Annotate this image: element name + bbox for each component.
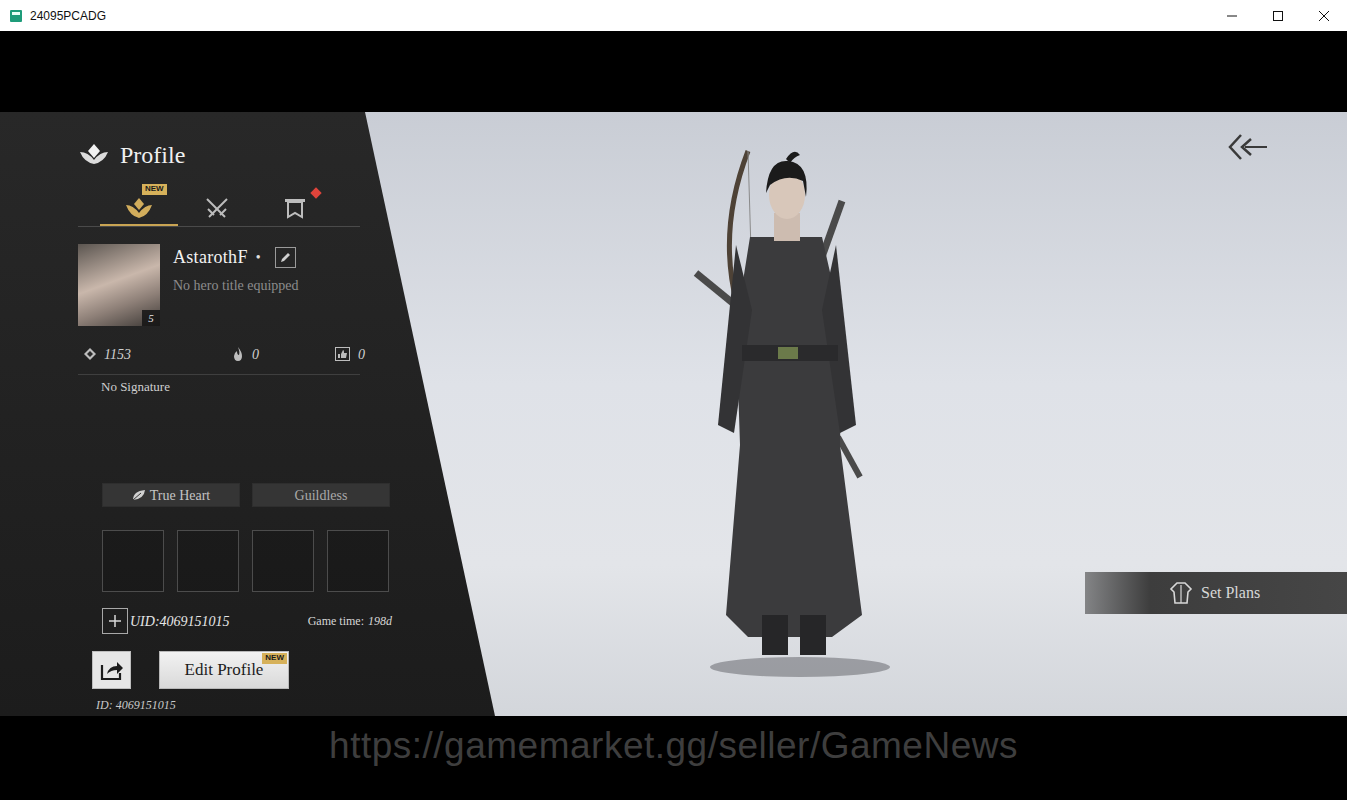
profile-actions: Edit Profile NEW	[92, 651, 398, 689]
minimize-button[interactable]	[1209, 0, 1255, 31]
game-scene: Profile NEW 5 AstarothF • No hero title …	[0, 112, 1347, 716]
badge-slot[interactable]	[252, 530, 314, 592]
lotus-icon	[78, 142, 110, 168]
sect-tag[interactable]: True Heart	[102, 483, 240, 507]
stat-value: 1153	[104, 344, 131, 365]
player-card: 5 AstarothF • No hero title equipped	[78, 244, 398, 326]
stat-value: 0	[358, 344, 365, 365]
game-time-value: 198d	[368, 612, 392, 630]
signature: No Signature	[101, 375, 398, 396]
player-info: AstarothF • No hero title equipped	[173, 244, 299, 326]
set-plans-button[interactable]: Set Plans	[1085, 572, 1347, 614]
stat-item: 1153	[84, 344, 131, 365]
profile-tab[interactable]: NEW	[100, 192, 178, 226]
edit-profile-label: Edit Profile	[185, 657, 264, 683]
pencil-icon	[279, 252, 291, 264]
game-time-label: Game time:	[308, 612, 364, 630]
tag-label: Guildless	[295, 485, 348, 506]
stat-item: 0	[335, 344, 365, 365]
stat-value: 0	[252, 344, 259, 365]
hero-title: No hero title equipped	[173, 278, 299, 295]
crossed-swords-icon	[204, 196, 230, 220]
emblem-icon	[124, 196, 154, 220]
status-dot: •	[256, 247, 261, 268]
level-badge: 5	[142, 310, 160, 326]
edit-profile-button[interactable]: Edit Profile NEW	[159, 651, 289, 689]
title-bar: 24095PCADG	[0, 0, 1347, 31]
watermark: https://gamemarket.gg/seller/GameNews	[329, 718, 1018, 800]
stat-item: 0	[232, 344, 259, 365]
minimize-icon	[1227, 11, 1237, 21]
right-controls: Set Plans	[890, 112, 1347, 716]
character-figure[interactable]	[690, 145, 890, 685]
profile-header: Profile	[78, 137, 398, 173]
outfit-icon	[1169, 581, 1193, 605]
maximize-icon	[1273, 11, 1283, 21]
profile-panel: Profile NEW 5 AstarothF • No hero title …	[0, 112, 495, 716]
add-button[interactable]	[102, 608, 128, 634]
name-row: AstarothF •	[173, 246, 299, 269]
character-view: Set Plans	[495, 112, 1347, 716]
avatar[interactable]: 5	[78, 244, 160, 326]
game-time: Game time: 198d	[308, 612, 392, 630]
profile-content: Profile NEW 5 AstarothF • No hero title …	[78, 112, 398, 713]
profile-tab[interactable]	[256, 192, 334, 226]
badge-slot[interactable]	[177, 530, 239, 592]
tag-label: True Heart	[150, 485, 211, 506]
divider	[78, 374, 360, 375]
badge-slots	[102, 530, 398, 592]
thumbs-up-icon	[335, 347, 350, 361]
new-badge: NEW	[262, 653, 287, 664]
profile-title: Profile	[120, 141, 185, 170]
letterbox-bottom: https://gamemarket.gg/seller/GameNews	[0, 716, 1347, 800]
leaf-icon	[132, 489, 146, 501]
set-plans-label: Set Plans	[1201, 581, 1260, 605]
profile-tabs: NEW	[78, 192, 360, 227]
rename-button[interactable]	[275, 247, 296, 268]
diamond-icon	[84, 348, 96, 360]
close-button[interactable]	[1301, 0, 1347, 31]
uid: UID:4069151015	[130, 611, 308, 632]
app-icon	[10, 10, 22, 22]
plus-icon	[108, 614, 122, 628]
back-arrow-icon	[1227, 132, 1269, 162]
flame-icon	[232, 347, 244, 361]
back-button[interactable]	[1227, 112, 1347, 162]
profile-tab[interactable]	[178, 192, 256, 226]
stats-row: 1153 0 0	[78, 344, 398, 364]
guild-tag[interactable]: Guildless	[252, 483, 390, 507]
new-badge: NEW	[142, 184, 167, 195]
badge-slot[interactable]	[102, 530, 164, 592]
tags-row: True Heart Guildless	[102, 483, 398, 507]
close-icon	[1319, 11, 1329, 21]
share-button[interactable]	[92, 651, 131, 689]
notification-dot	[310, 187, 321, 198]
share-icon	[100, 659, 124, 681]
badge-slot[interactable]	[327, 530, 389, 592]
player-id: ID: 4069151015	[96, 697, 398, 713]
maximize-button[interactable]	[1255, 0, 1301, 31]
window-title: 24095PCADG	[22, 7, 1209, 25]
letterbox-top	[0, 31, 1347, 112]
banner-icon	[283, 196, 307, 220]
player-name: AstarothF	[173, 246, 248, 269]
uid-row: UID:4069151015 Game time: 198d	[102, 608, 392, 634]
